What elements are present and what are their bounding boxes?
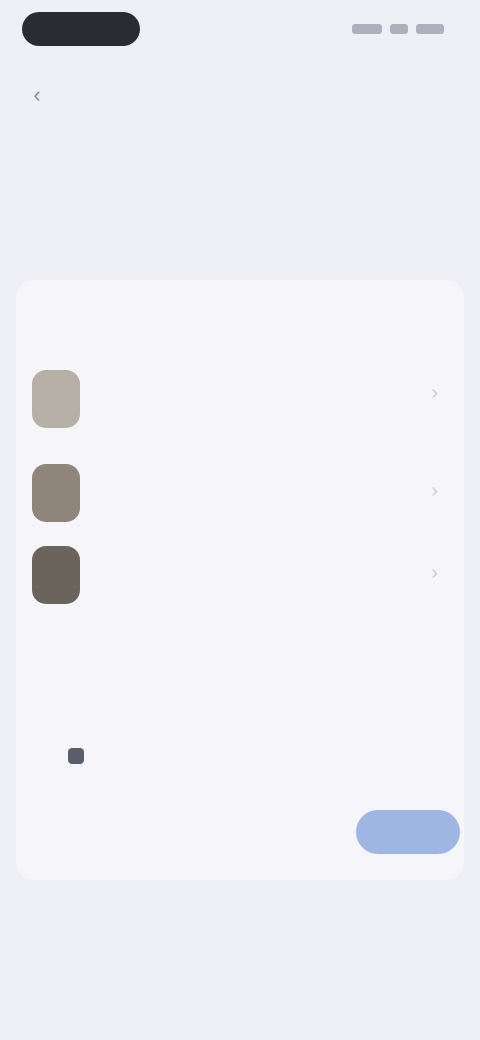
item-thumbnail: [32, 370, 80, 428]
app-header: ‹: [0, 70, 480, 120]
item-thumbnail: [32, 546, 80, 604]
wifi-icon: [390, 24, 408, 34]
item-thumbnail: [32, 464, 80, 522]
option-section: [68, 728, 440, 764]
chevron-right-icon: ›: [431, 382, 438, 404]
chevron-right-icon: ›: [431, 562, 438, 584]
details-card: › › ›: [16, 280, 464, 880]
footer-actions: [16, 800, 464, 870]
option-checkbox-row[interactable]: [68, 748, 440, 764]
checkbox[interactable]: [68, 748, 84, 764]
list-item[interactable]: ›: [32, 456, 448, 536]
arrow-left-icon: ‹: [33, 82, 41, 107]
list-item[interactable]: ›: [32, 542, 448, 612]
camera-cutout: [22, 12, 140, 46]
signal-icon: [352, 24, 382, 34]
info-section: [68, 632, 440, 646]
back-button[interactable]: ‹: [24, 82, 50, 108]
confirm-button[interactable]: [356, 810, 460, 854]
chevron-right-icon: ›: [431, 480, 438, 502]
status-bar: [0, 0, 480, 60]
battery-icon: [416, 24, 444, 34]
list-item[interactable]: ›: [32, 346, 448, 446]
status-icons: [352, 22, 444, 36]
